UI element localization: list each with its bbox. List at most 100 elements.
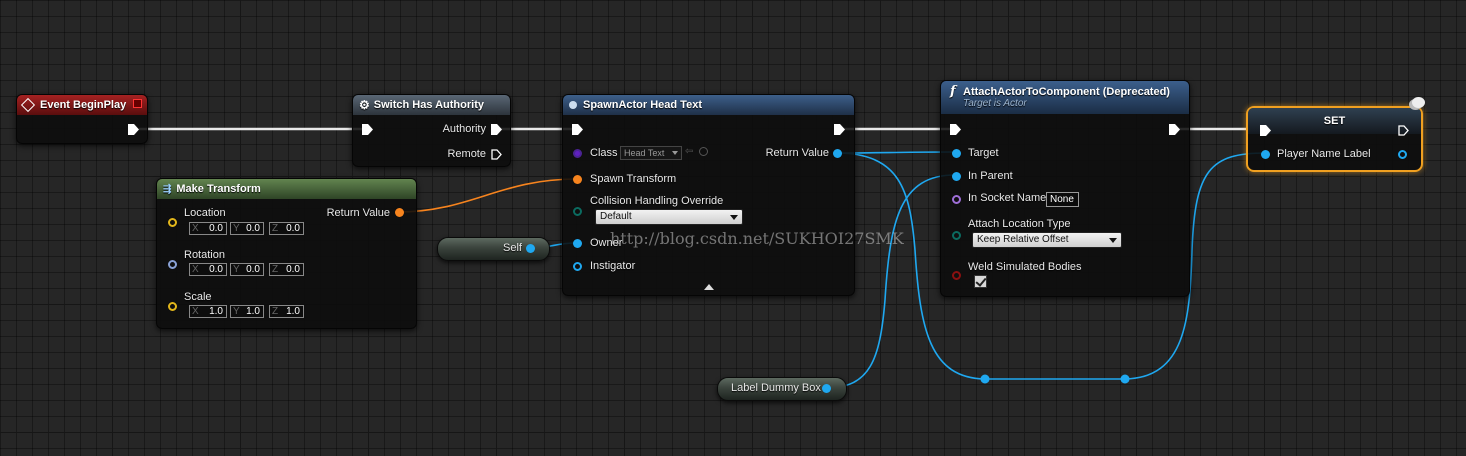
attach-exec-in-pin[interactable] bbox=[950, 124, 961, 135]
search-icon[interactable] bbox=[699, 147, 708, 156]
set-exec-in-pin[interactable] bbox=[1260, 125, 1271, 136]
comment-bubble-icon[interactable] bbox=[1412, 97, 1425, 108]
collision-label: Collision Handling Override bbox=[590, 195, 724, 207]
rotation-x-field[interactable]: X 0.0 bbox=[189, 263, 227, 276]
weld-pin[interactable] bbox=[952, 271, 961, 280]
socket-name-field[interactable]: None bbox=[1046, 192, 1079, 207]
make-transform-title: Make Transform bbox=[176, 183, 261, 195]
exec-in-pin[interactable] bbox=[362, 124, 373, 135]
attach-location-type-label: Attach Location Type bbox=[968, 218, 1071, 230]
player-name-label: Player Name Label bbox=[1277, 148, 1371, 160]
self-node[interactable]: Self bbox=[437, 237, 550, 261]
in-parent-label: In Parent bbox=[968, 170, 1013, 182]
chevron-down-icon bbox=[730, 215, 738, 220]
set-exec-out-pin[interactable] bbox=[1398, 125, 1409, 136]
set-title: SET bbox=[1323, 115, 1346, 127]
collision-pin[interactable] bbox=[573, 207, 582, 216]
switch-header: ⚙ Switch Has Authority bbox=[353, 95, 510, 115]
attach-exec-out-pin[interactable] bbox=[1169, 124, 1180, 135]
authority-label: Authority bbox=[442, 123, 486, 135]
attach-location-type-pin[interactable] bbox=[952, 231, 961, 240]
class-label: Class bbox=[590, 147, 618, 159]
event-header: Event BeginPlay bbox=[17, 95, 147, 115]
dropdown-arrow-icon bbox=[672, 151, 678, 155]
scale-label: Scale bbox=[184, 291, 212, 303]
location-z-field[interactable]: Z 0.0 bbox=[269, 222, 304, 235]
scale-z-field[interactable]: Z 1.0 bbox=[269, 305, 304, 318]
attach-subtitle: Target is Actor bbox=[963, 98, 1027, 109]
make-transform-node[interactable]: ⇶ Make Transform Location X 0.0 Y 0.0 Z 0.0… bbox=[156, 178, 417, 329]
self-pin[interactable] bbox=[526, 244, 535, 253]
owner-pin[interactable] bbox=[573, 239, 582, 248]
collision-dropdown[interactable]: Default bbox=[595, 209, 743, 225]
spawn-actor-node[interactable]: SpawnActor Head Text Class Head Text ⇦ S… bbox=[562, 94, 855, 296]
label-dummy-box-pin[interactable] bbox=[822, 384, 831, 393]
authority-exec-pin[interactable] bbox=[491, 124, 502, 135]
set-header: SET bbox=[1248, 108, 1421, 134]
location-pin[interactable] bbox=[168, 218, 177, 227]
set-node[interactable]: SET Player Name Label bbox=[1246, 106, 1423, 172]
remote-exec-pin[interactable] bbox=[491, 149, 502, 160]
rotation-label: Rotation bbox=[184, 249, 225, 261]
attach-title: AttachActorToComponent (Deprecated) bbox=[963, 86, 1170, 98]
browse-back-icon[interactable]: ⇦ bbox=[685, 146, 693, 157]
player-name-label-in-pin[interactable] bbox=[1261, 150, 1270, 159]
location-y-field[interactable]: Y 0.0 bbox=[230, 222, 264, 235]
spawn-exec-in-pin[interactable] bbox=[572, 124, 583, 135]
rotation-y-field[interactable]: Y 0.0 bbox=[230, 263, 264, 276]
event-begin-play-node[interactable]: Event BeginPlay bbox=[16, 94, 148, 144]
in-socket-name-pin[interactable] bbox=[952, 195, 961, 204]
check-icon bbox=[975, 275, 987, 287]
switch-has-authority-node[interactable]: ⚙ Switch Has Authority Authority Remote bbox=[352, 94, 511, 167]
class-dropdown[interactable]: Head Text bbox=[620, 146, 682, 160]
event-icon bbox=[20, 97, 36, 113]
rotation-z-field[interactable]: Z 0.0 bbox=[269, 263, 304, 276]
spawn-return-label: Return Value bbox=[765, 147, 829, 159]
target-pin[interactable] bbox=[952, 149, 961, 158]
reroute-node-1[interactable] bbox=[980, 374, 990, 384]
location-x-field[interactable]: X 0.0 bbox=[189, 222, 227, 235]
make-return-pin[interactable] bbox=[395, 208, 404, 217]
make-transform-header: ⇶ Make Transform bbox=[157, 179, 416, 199]
attach-header: f AttachActorToComponent (Deprecated) Ta… bbox=[941, 81, 1189, 114]
make-icon: ⇶ bbox=[163, 183, 172, 195]
weld-checkbox[interactable] bbox=[974, 275, 987, 288]
scale-x-field[interactable]: X 1.0 bbox=[189, 305, 227, 318]
spawn-transform-label: Spawn Transform bbox=[590, 173, 677, 185]
class-pin[interactable] bbox=[573, 149, 582, 158]
remote-label: Remote bbox=[447, 148, 486, 160]
instigator-label: Instigator bbox=[590, 260, 636, 272]
instigator-pin[interactable] bbox=[573, 262, 582, 271]
in-parent-pin[interactable] bbox=[952, 172, 961, 181]
label-dummy-box-node[interactable]: Label Dummy Box bbox=[717, 377, 847, 401]
owner-label: Owner bbox=[590, 237, 623, 249]
chevron-down-icon bbox=[1109, 238, 1117, 243]
location-label: Location bbox=[184, 207, 226, 219]
spawn-transform-pin[interactable] bbox=[573, 175, 582, 184]
attach-location-dropdown[interactable]: Keep Relative Offset bbox=[972, 232, 1122, 248]
delegate-icon[interactable] bbox=[133, 99, 142, 108]
spawn-title: SpawnActor Head Text bbox=[583, 99, 702, 111]
rotation-pin[interactable] bbox=[168, 260, 177, 269]
scale-y-field[interactable]: Y 1.0 bbox=[230, 305, 264, 318]
spawn-return-pin[interactable] bbox=[833, 149, 842, 158]
in-socket-name-label: In Socket Name bbox=[968, 192, 1047, 204]
collapse-arrow-icon[interactable] bbox=[704, 284, 714, 290]
scale-pin[interactable] bbox=[168, 302, 177, 311]
weld-label: Weld Simulated Bodies bbox=[968, 261, 1082, 273]
attach-actor-node[interactable]: f AttachActorToComponent (Deprecated) Ta… bbox=[940, 80, 1190, 297]
label-dummy-box-label: Label Dummy Box bbox=[731, 382, 821, 394]
self-label: Self bbox=[503, 242, 522, 254]
event-title: Event BeginPlay bbox=[40, 99, 127, 111]
exec-out-pin[interactable] bbox=[128, 124, 139, 135]
switch-icon: ⚙ bbox=[359, 98, 370, 112]
spawn-exec-out-pin[interactable] bbox=[834, 124, 845, 135]
spawn-icon bbox=[569, 101, 577, 109]
target-label: Target bbox=[968, 147, 999, 159]
reroute-node-2[interactable] bbox=[1120, 374, 1130, 384]
spawn-header: SpawnActor Head Text bbox=[563, 95, 854, 115]
make-return-label: Return Value bbox=[326, 207, 390, 219]
switch-title: Switch Has Authority bbox=[373, 99, 484, 111]
transform-wire bbox=[397, 178, 577, 213]
player-name-label-out-pin[interactable] bbox=[1398, 150, 1407, 159]
